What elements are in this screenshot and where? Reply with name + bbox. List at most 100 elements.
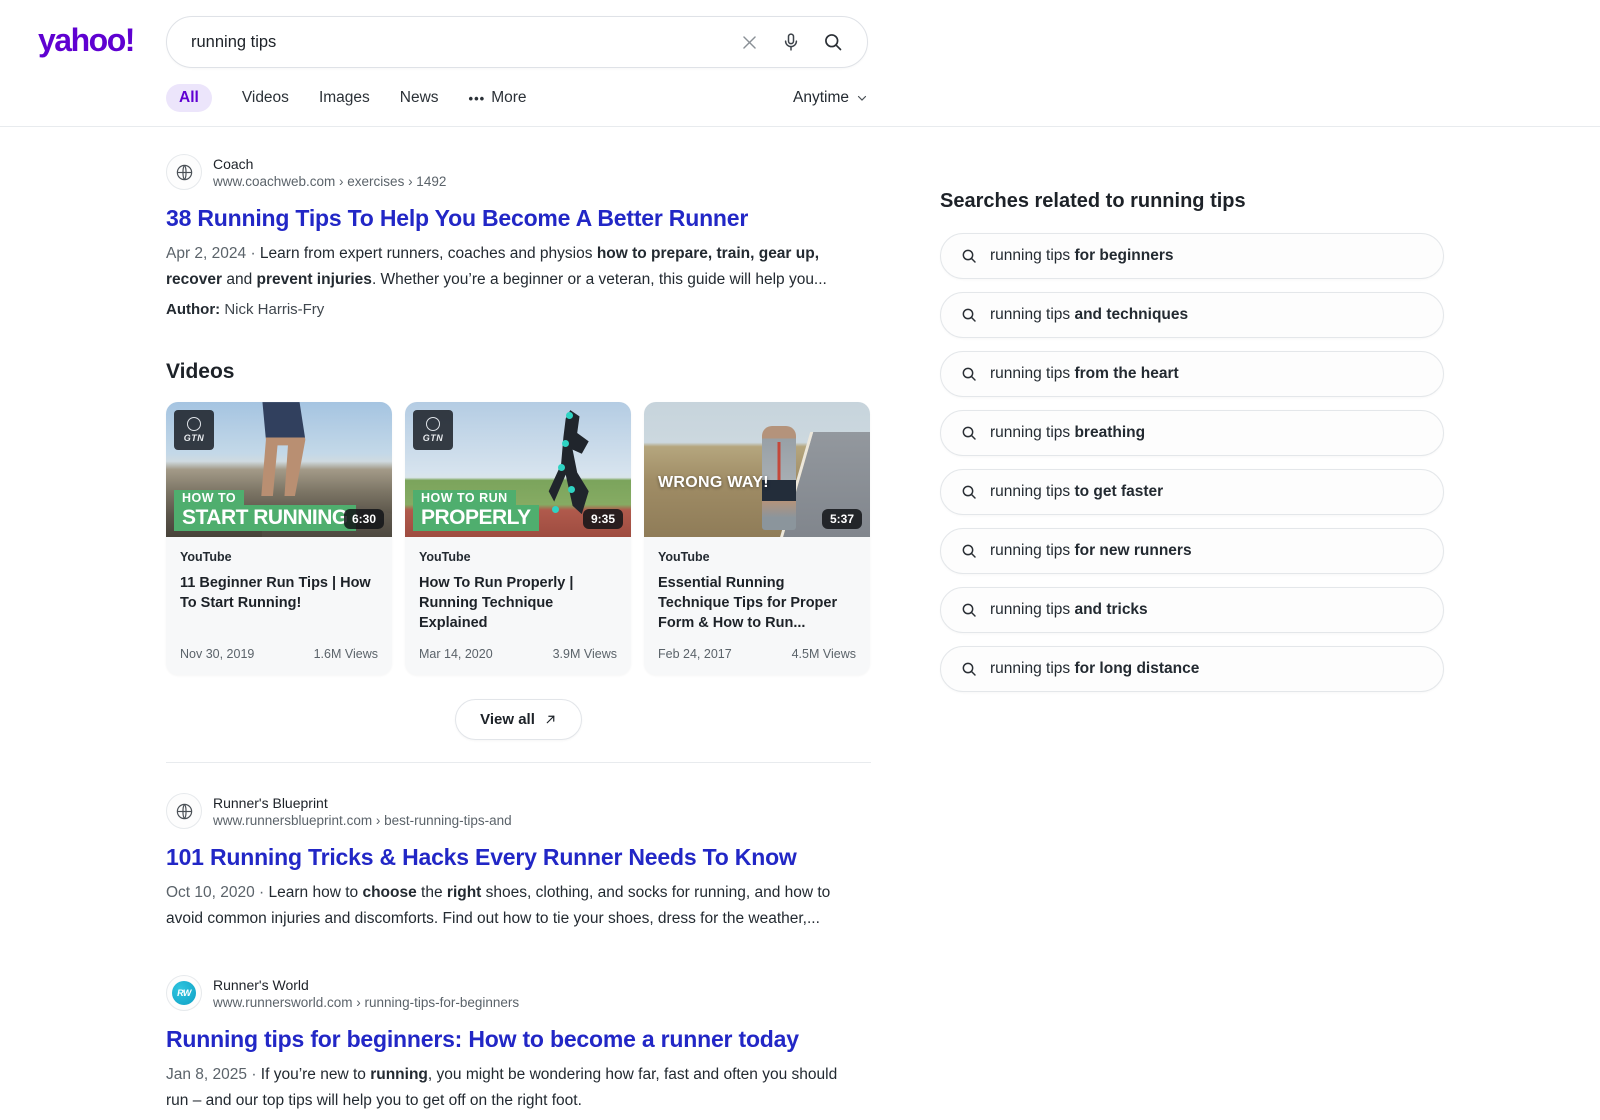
result-source-row[interactable]: Coach www.coachweb.com › exercises › 149… bbox=[166, 154, 871, 190]
related-query-prefix: running tips bbox=[990, 483, 1074, 500]
source-url: www.runnersblueprint.com › best-running-… bbox=[213, 813, 512, 828]
video-cards-row: GTN HOW TOSTART RUNNING 6:30 YouTube 11 … bbox=[166, 402, 871, 675]
channel-logo-gtn-icon: GTN bbox=[174, 410, 214, 450]
search-icon bbox=[961, 484, 977, 500]
view-all-label: View all bbox=[480, 711, 535, 728]
view-all-button[interactable]: View all bbox=[455, 699, 582, 740]
related-query-prefix: running tips bbox=[990, 542, 1074, 559]
result-source-row[interactable]: Runner's Blueprint www.runnersblueprint.… bbox=[166, 793, 871, 829]
related-query: running tips for long distance bbox=[990, 660, 1199, 678]
related-query: running tips to get faster bbox=[990, 483, 1163, 501]
source-name: Runner's World bbox=[213, 977, 519, 993]
related-query-bold: from the heart bbox=[1074, 365, 1178, 382]
related-search-pill[interactable]: running tips for beginners bbox=[940, 233, 1444, 279]
result-date: Oct 10, 2020 · bbox=[166, 884, 269, 901]
video-source: YouTube bbox=[658, 550, 856, 564]
search-tabs: All Videos Images News ••• More bbox=[166, 84, 527, 112]
related-query-bold: and tricks bbox=[1074, 601, 1147, 618]
video-date: Feb 24, 2017 bbox=[658, 647, 732, 661]
result-title[interactable]: Running tips for beginners: How to becom… bbox=[166, 1026, 871, 1053]
results-column: Coach www.coachweb.com › exercises › 149… bbox=[166, 127, 871, 1113]
time-filter-label: Anytime bbox=[793, 89, 849, 107]
result-description: Jan 8, 2025 · If you’re new to running, … bbox=[166, 1062, 862, 1113]
search-icon bbox=[961, 248, 977, 264]
search-icon bbox=[961, 602, 977, 618]
related-query-bold: for new runners bbox=[1074, 542, 1191, 559]
related-search-pill[interactable]: running tips to get faster bbox=[940, 469, 1444, 515]
author-row: Author: Nick Harris-Fry bbox=[166, 301, 871, 318]
result-date: Apr 2, 2024 · bbox=[166, 245, 260, 262]
video-title: How To Run Properly | Running Technique … bbox=[419, 573, 617, 647]
search-icon bbox=[961, 425, 977, 441]
video-card[interactable]: GTN HOW TOSTART RUNNING 6:30 YouTube 11 … bbox=[166, 402, 392, 675]
tab-videos[interactable]: Videos bbox=[242, 84, 289, 112]
clear-search-icon[interactable] bbox=[740, 33, 759, 52]
chevron-down-icon bbox=[856, 92, 868, 104]
video-card[interactable]: GTN HOW TO RUNPROPERLY 9:35 YouTube How … bbox=[405, 402, 631, 675]
tab-images[interactable]: Images bbox=[319, 84, 370, 112]
search-submit-icon[interactable] bbox=[823, 32, 843, 52]
video-thumbnail: GTN HOW TO RUNPROPERLY 9:35 bbox=[405, 402, 631, 537]
result-title[interactable]: 38 Running Tips To Help You Become A Bet… bbox=[166, 205, 871, 232]
video-date: Nov 30, 2019 bbox=[180, 647, 254, 661]
source-name: Runner's Blueprint bbox=[213, 795, 512, 811]
related-search-pill[interactable]: running tips for long distance bbox=[940, 646, 1444, 692]
video-duration-badge: 5:37 bbox=[822, 509, 862, 529]
search-icon bbox=[961, 543, 977, 559]
video-duration-badge: 6:30 bbox=[344, 509, 384, 529]
section-divider bbox=[166, 762, 871, 763]
related-query-bold: and techniques bbox=[1074, 306, 1188, 323]
yahoo-logo[interactable]: yahoo! bbox=[38, 22, 134, 59]
tabs-row: All Videos Images News ••• More Anytime bbox=[166, 84, 868, 112]
microphone-icon[interactable] bbox=[781, 32, 801, 52]
related-search-pill[interactable]: running tips and techniques bbox=[940, 292, 1444, 338]
result-source-row[interactable]: RW Runner's World www.runnersworld.com ›… bbox=[166, 975, 871, 1011]
source-url: www.runnersworld.com › running-tips-for-… bbox=[213, 995, 519, 1010]
thumbnail-overlay-text: HOW TO RUNPROPERLY bbox=[413, 490, 539, 531]
related-query-bold: for beginners bbox=[1074, 247, 1173, 264]
result-description: Apr 2, 2024 · Learn from expert runners,… bbox=[166, 241, 862, 292]
videos-heading: Videos bbox=[166, 360, 871, 384]
more-dots-icon: ••• bbox=[469, 91, 486, 106]
video-date: Mar 14, 2020 bbox=[419, 647, 493, 661]
related-query-prefix: running tips bbox=[990, 601, 1074, 618]
related-search-pill[interactable]: running tips from the heart bbox=[940, 351, 1444, 397]
related-search-pill[interactable]: running tips breathing bbox=[940, 410, 1444, 456]
results-page: Coach www.coachweb.com › exercises › 149… bbox=[0, 127, 1600, 1113]
video-duration-badge: 9:35 bbox=[583, 509, 623, 529]
thumbnail-overlay-text: HOW TOSTART RUNNING bbox=[174, 490, 356, 531]
video-card[interactable]: WRONG WAY! 5:37 YouTube Essential Runnin… bbox=[644, 402, 870, 675]
related-query: running tips and techniques bbox=[990, 306, 1188, 324]
search-header: yahoo! All Videos Images News ••• More Anytim… bbox=[0, 0, 1600, 127]
source-name: Coach bbox=[213, 156, 446, 172]
search-input[interactable] bbox=[167, 33, 740, 52]
tab-label: Images bbox=[319, 89, 370, 107]
related-query: running tips from the heart bbox=[990, 365, 1179, 383]
author-name: Nick Harris-Fry bbox=[220, 301, 324, 318]
related-search-pill[interactable]: running tips and tricks bbox=[940, 587, 1444, 633]
result-title[interactable]: 101 Running Tricks & Hacks Every Runner … bbox=[166, 844, 871, 871]
related-query-bold: to get faster bbox=[1074, 483, 1163, 500]
related-query-bold: breathing bbox=[1074, 424, 1145, 441]
video-thumbnail: WRONG WAY! 5:37 bbox=[644, 402, 870, 537]
source-url: www.coachweb.com › exercises › 1492 bbox=[213, 174, 446, 189]
tab-label: More bbox=[491, 89, 526, 107]
video-views: 1.6M Views bbox=[314, 647, 378, 661]
tab-news[interactable]: News bbox=[400, 84, 439, 112]
tab-more[interactable]: ••• More bbox=[469, 84, 527, 112]
related-query-prefix: running tips bbox=[990, 660, 1074, 677]
related-query: running tips for beginners bbox=[990, 247, 1174, 265]
related-searches-list: running tips for beginners running tips … bbox=[940, 233, 1445, 692]
related-query-prefix: running tips bbox=[990, 424, 1074, 441]
video-views: 3.9M Views bbox=[553, 647, 617, 661]
tab-all[interactable]: All bbox=[166, 84, 212, 112]
related-searches-panel: Searches related to running tips running… bbox=[940, 127, 1445, 1113]
search-icon bbox=[961, 307, 977, 323]
time-filter-dropdown[interactable]: Anytime bbox=[793, 89, 868, 107]
video-title: Essential Running Technique Tips for Pro… bbox=[658, 573, 856, 647]
related-query: running tips and tricks bbox=[990, 601, 1148, 619]
related-search-pill[interactable]: running tips for new runners bbox=[940, 528, 1444, 574]
organic-result: Coach www.coachweb.com › exercises › 149… bbox=[166, 154, 871, 318]
search-icon bbox=[961, 661, 977, 677]
related-query-bold: for long distance bbox=[1074, 660, 1199, 677]
